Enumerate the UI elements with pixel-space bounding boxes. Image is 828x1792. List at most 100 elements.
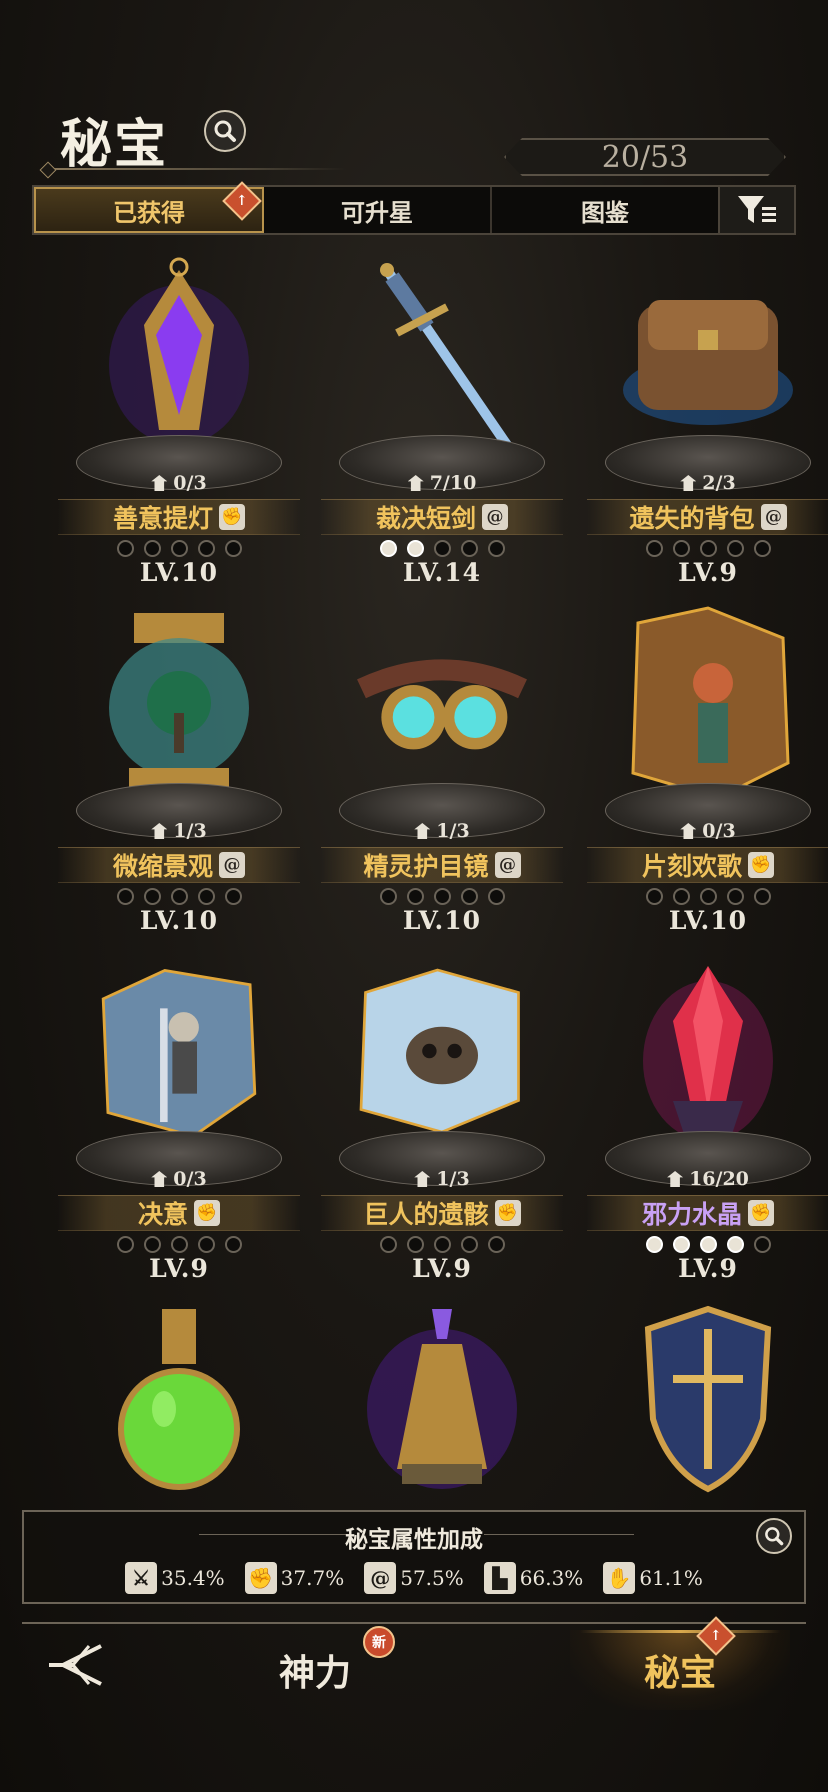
star-rating <box>46 1236 312 1253</box>
bonus-stats: ⚔ 35.4% ✊ 37.7% @57.5% ▙ 66.3% ✋ 61.1% <box>24 1562 804 1594</box>
star-dot <box>116 1236 134 1253</box>
star-rating <box>309 888 575 905</box>
treasure-card[interactable]: 7/10 裁决短剑 @ LV.14 <box>309 250 575 587</box>
star-dot <box>487 888 505 905</box>
treasure-card[interactable]: 0/3 决意 ✊ LV.9 <box>46 946 312 1283</box>
shard-count: 1/3 <box>309 820 575 842</box>
name-bar: 巨人的遗骸 ✊ <box>321 1195 563 1231</box>
shard-count-value: 16/20 <box>689 1168 749 1190</box>
bonus-title: 秘宝属性加成 <box>345 1526 483 1553</box>
star-dot <box>224 540 242 557</box>
treasure-name: 遗失的背包 <box>629 504 755 533</box>
treasure-name: 片刻欢歌 <box>641 852 742 881</box>
star-dot <box>433 1236 451 1253</box>
search-icon <box>765 1527 784 1546</box>
dagger-art <box>352 250 532 460</box>
treasure-name: 决意 <box>137 1200 188 1229</box>
stat-magic: ✋ 61.1% <box>603 1562 703 1594</box>
star-dot <box>726 1236 744 1253</box>
shard-icon <box>680 475 697 491</box>
nav-divider <box>22 1622 806 1624</box>
fist-icon: ✊ <box>244 1562 277 1594</box>
shard-count-value: 1/3 <box>436 820 470 842</box>
nav-divine-power[interactable]: 神力 新 <box>205 1626 425 1710</box>
star-dot <box>197 888 215 905</box>
star-dot <box>143 888 161 905</box>
tab-codex[interactable]: 图鉴 <box>490 187 718 233</box>
shard-icon <box>667 1171 684 1187</box>
tab-upgradable[interactable]: 可升星 <box>264 187 490 233</box>
treasure-level: LV.10 <box>402 906 482 935</box>
collection-counter: 20/53 <box>504 138 786 176</box>
star-dot <box>406 888 424 905</box>
treasure-card[interactable]: 1/3 微缩景观 @ LV.10 <box>46 598 312 935</box>
shard-icon <box>151 1171 168 1187</box>
stat-attack: ⚔ 35.4% <box>125 1562 225 1594</box>
stat-strength: ✊ 37.7% <box>244 1562 345 1594</box>
spiral-icon: @ <box>760 504 787 530</box>
tavern-shard-art <box>618 598 798 808</box>
treasure-card[interactable]: 0/3 片刻欢歌 ✊ LV.10 <box>575 598 828 935</box>
nav-treasure[interactable]: 秘宝 ↑ <box>570 1616 790 1710</box>
star-dot <box>197 540 215 557</box>
star-dot <box>406 540 424 557</box>
goggles-art <box>352 598 532 808</box>
star-dot <box>699 540 717 557</box>
search-button[interactable] <box>204 110 246 152</box>
treasure-name: 微缩景观 <box>112 852 213 881</box>
stat-value: 37.7% <box>280 1566 345 1590</box>
bonus-detail-button[interactable] <box>756 1518 792 1554</box>
star-dot <box>406 1236 424 1253</box>
tab-obtained[interactable]: 已获得 ↑ <box>34 181 264 233</box>
fist-icon: ✊ <box>219 504 245 530</box>
purple-flask-art <box>352 1294 532 1504</box>
treasure-card[interactable]: 2/3 遗失的背包 @ LV.9 <box>575 250 828 587</box>
spiral-icon: @ <box>494 852 521 878</box>
shard-count-value: 0/3 <box>173 1168 207 1190</box>
star-dot <box>433 888 451 905</box>
star-rating <box>575 1236 828 1253</box>
fist-icon: ✊ <box>494 1200 521 1226</box>
treasure-card[interactable]: 16/20 邪力水晶 ✊ LV.9 <box>575 946 828 1283</box>
star-dot <box>170 888 188 905</box>
star-dot <box>726 888 744 905</box>
shard-icon <box>407 475 424 491</box>
treasure-card[interactable]: 1/3 精灵护目镜 @ LV.10 <box>309 598 575 935</box>
filter-button[interactable] <box>718 187 794 233</box>
shard-count-value: 1/3 <box>436 1168 470 1190</box>
fist-icon: ✊ <box>748 1200 774 1226</box>
shard-count: 1/3 <box>46 820 312 842</box>
treasure-card[interactable]: 1/3 巨人的遗骸 ✊ LV.9 <box>309 946 575 1283</box>
star-rating <box>575 540 828 557</box>
stat-speed: ▙ 66.3% <box>483 1562 584 1594</box>
star-dot <box>753 1236 771 1253</box>
star-dot <box>699 1236 717 1253</box>
treasure-name: 精灵护目镜 <box>363 852 489 881</box>
nav-label: 秘宝 <box>643 1652 716 1694</box>
star-dot <box>645 540 663 557</box>
shard-icon <box>414 1171 431 1187</box>
star-dot <box>487 1236 505 1253</box>
treasure-level: LV.10 <box>668 906 748 935</box>
treasure-level: LV.9 <box>678 1254 738 1283</box>
filter-icon <box>738 196 776 223</box>
star-dot <box>726 540 744 557</box>
treasure-level: LV.10 <box>139 558 219 587</box>
stat-value: 66.3% <box>519 1566 584 1590</box>
sword-icon: ⚔ <box>125 1562 158 1594</box>
stat-spiral: @57.5% <box>364 1562 464 1594</box>
shard-icon <box>414 823 431 839</box>
star-rating <box>575 888 828 905</box>
treasure-name: 善意提灯 <box>112 504 213 533</box>
treasure-level: LV.10 <box>139 906 219 935</box>
name-bar: 微缩景观 @ <box>58 847 300 883</box>
name-bar: 善意提灯 ✊ <box>58 499 300 535</box>
back-button[interactable] <box>40 1640 110 1690</box>
shard-count: 7/10 <box>309 472 575 494</box>
star-dot <box>672 540 690 557</box>
purple-lantern-art <box>89 250 269 460</box>
divider <box>484 1534 634 1535</box>
backpack-art <box>618 250 798 460</box>
treasure-card[interactable]: 0/3 善意提灯 ✊ LV.10 <box>46 250 312 587</box>
page-title: 秘宝 <box>60 114 169 175</box>
